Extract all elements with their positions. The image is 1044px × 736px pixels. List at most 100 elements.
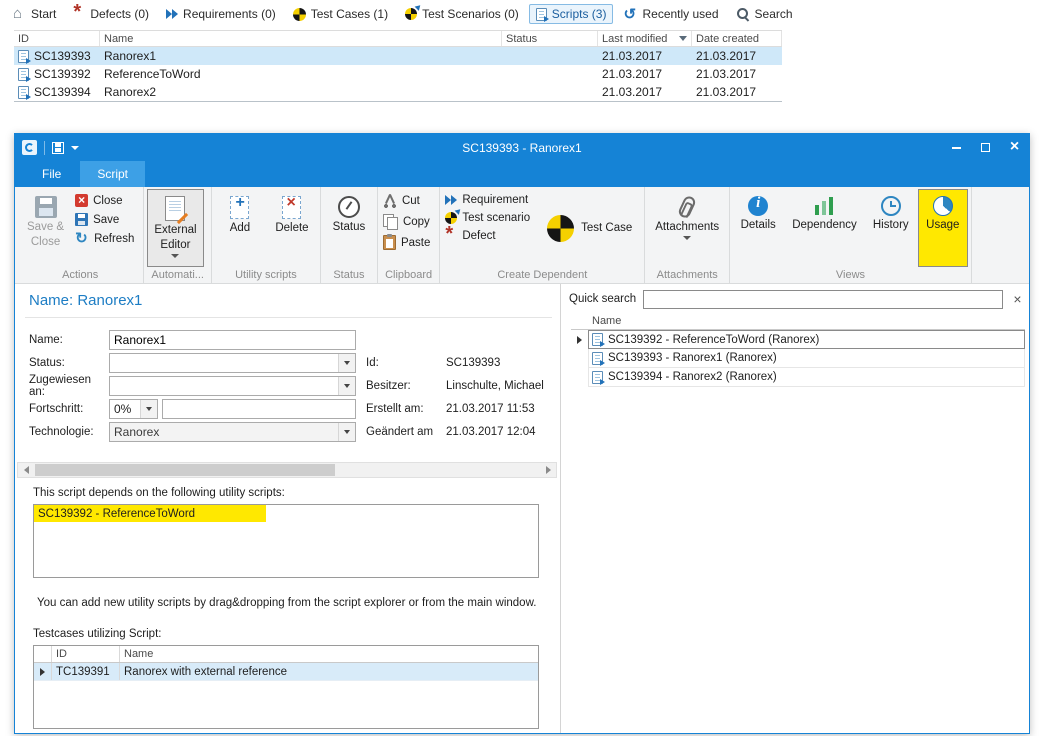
status-dropdown[interactable]: [109, 353, 356, 373]
create-test-case-button[interactable]: Test Case: [538, 189, 641, 267]
delete-utility-script-button[interactable]: Delete: [267, 189, 317, 267]
list-item-label: SC139393 - Ranorex1 (Ranorex): [608, 352, 777, 364]
cell-text: TC139391: [56, 666, 110, 678]
row-indicator-header: [34, 646, 52, 662]
button-label: Delete: [275, 222, 308, 234]
ribbon-group-clipboard: Cut Copy Paste Clipboard: [378, 187, 440, 283]
button-label: Requirement: [462, 194, 528, 206]
tab-requirements[interactable]: Requirements (0): [159, 4, 283, 24]
tab-test-scenarios[interactable]: Test Scenarios (0): [398, 4, 526, 24]
group-body: Details Dependency History Usage: [733, 189, 968, 267]
group-label: Create Dependent: [443, 267, 641, 283]
table-row[interactable]: SC139393 Ranorex1 21.03.2017 21.03.2017: [14, 47, 782, 65]
dependencies-list[interactable]: SC139392 - ReferenceToWord: [33, 504, 539, 578]
chevron-down-icon[interactable]: [338, 354, 355, 372]
arrow-right-icon: [546, 466, 551, 474]
list-item[interactable]: SC139392 - ReferenceToWord (Ranorex): [588, 330, 1025, 349]
column-header-date-created[interactable]: Date created: [692, 31, 782, 46]
scroll-left-button[interactable]: [18, 463, 34, 477]
chevron-down-icon[interactable]: [71, 146, 79, 150]
column-header-name[interactable]: Name: [120, 646, 538, 662]
cut-button[interactable]: Cut: [381, 193, 436, 209]
copy-button[interactable]: Copy: [381, 213, 436, 230]
list-item[interactable]: SC139393 - Ranorex1 (Ranorex): [588, 349, 1025, 368]
cell-text: 21.03.2017: [696, 67, 756, 81]
script-icon: [18, 86, 29, 99]
tab-test-cases[interactable]: Test Cases (1): [286, 4, 395, 24]
list-item[interactable]: SC139394 - Ranorex2 (Ranorex): [588, 368, 1025, 387]
column-header-last-modified[interactable]: Last modified: [598, 31, 692, 46]
tab-scripts[interactable]: Scripts (3): [529, 4, 614, 24]
horizontal-scrollbar[interactable]: [17, 462, 557, 478]
progress-dropdown[interactable]: 0%: [109, 399, 158, 419]
close-button[interactable]: Close: [73, 193, 140, 208]
table-row[interactable]: TC139391 Ranorex with external reference: [34, 663, 538, 681]
group-label: Attachments: [648, 267, 726, 283]
column-header-id[interactable]: ID: [14, 31, 100, 46]
column-header-name[interactable]: Name: [588, 313, 1025, 330]
dropdown-value: Ranorex: [114, 425, 159, 439]
create-defect-button[interactable]: Defect: [443, 229, 536, 243]
close-window-button[interactable]: ×: [1000, 134, 1029, 161]
cell-text: Ranorex2: [104, 85, 156, 99]
usage-view-button[interactable]: Usage: [918, 189, 968, 267]
minimize-button[interactable]: [942, 134, 971, 161]
current-row-arrow-icon: [40, 668, 45, 676]
status-button[interactable]: Status: [324, 189, 374, 267]
tab-search[interactable]: Search: [729, 4, 800, 24]
quick-search-input[interactable]: [643, 290, 1003, 309]
row-indicator-header: [571, 313, 588, 330]
button-label: Paste: [401, 237, 430, 249]
quick-search-close-button[interactable]: ×: [1010, 292, 1025, 306]
progress-field[interactable]: [162, 399, 356, 419]
name-field[interactable]: [109, 330, 356, 350]
tab-script[interactable]: Script: [80, 161, 145, 187]
chevron-down-icon[interactable]: [140, 400, 157, 418]
create-requirement-button[interactable]: Requirement: [443, 193, 536, 207]
title-bar[interactable]: SC139393 - Ranorex1 ×: [15, 134, 1029, 161]
cell-text: ReferenceToWord: [104, 67, 201, 81]
cell-text: 21.03.2017: [602, 67, 662, 81]
cell-last-modified: 21.03.2017: [598, 47, 692, 65]
tab-recently-used[interactable]: Recently used: [616, 4, 725, 24]
tab-defects[interactable]: Defects (0): [66, 4, 156, 24]
external-editor-button[interactable]: External Editor: [147, 189, 203, 267]
technology-dropdown[interactable]: Ranorex: [109, 422, 356, 442]
column-header-status[interactable]: Status: [502, 31, 598, 46]
page-title: Name: Ranorex1: [29, 292, 142, 309]
dependencies-heading: This script depends on the following uti…: [33, 487, 285, 499]
tab-file[interactable]: File: [25, 161, 78, 187]
scroll-right-button[interactable]: [540, 463, 556, 477]
history-view-button[interactable]: History: [866, 189, 916, 267]
scrollbar-thumb[interactable]: [35, 464, 335, 476]
table-row[interactable]: SC139394 Ranorex2 21.03.2017 21.03.2017: [14, 83, 782, 101]
tab-start[interactable]: Start: [6, 4, 63, 24]
paperclip-icon: [677, 194, 697, 219]
column-header-name[interactable]: Name: [100, 31, 502, 46]
sort-arrow-icon[interactable]: [679, 36, 687, 41]
group-label: Automati...: [147, 267, 208, 283]
save-and-close-button[interactable]: Save & Close: [20, 189, 71, 267]
cell-name: Ranorex with external reference: [120, 663, 538, 680]
save-button[interactable]: Save: [73, 212, 140, 227]
cell-name: Ranorex1: [100, 47, 502, 65]
maximize-button[interactable]: [971, 134, 1000, 161]
table-row[interactable]: SC139392 ReferenceToWord 21.03.2017 21.0…: [14, 65, 782, 83]
dependency-item[interactable]: SC139392 - ReferenceToWord: [34, 505, 266, 522]
attachments-button[interactable]: Attachments: [648, 189, 726, 267]
refresh-button[interactable]: Refresh: [73, 231, 140, 246]
column-header-id[interactable]: ID: [52, 646, 120, 662]
paste-button[interactable]: Paste: [381, 234, 436, 251]
chevron-down-icon[interactable]: [338, 377, 355, 395]
add-utility-script-button[interactable]: Add: [215, 189, 265, 267]
button-label: Status: [333, 221, 366, 233]
dependency-view-button[interactable]: Dependency: [785, 189, 864, 267]
create-test-scenario-button[interactable]: Test scenario: [443, 211, 536, 225]
details-view-button[interactable]: Details: [733, 189, 783, 267]
column-label: Name: [124, 648, 153, 660]
id-value: SC139393: [446, 357, 500, 369]
quick-save-icon[interactable]: [52, 142, 64, 154]
form-row-name: Name:: [29, 328, 556, 351]
assigned-dropdown[interactable]: [109, 376, 356, 396]
cell-status: [502, 47, 598, 65]
